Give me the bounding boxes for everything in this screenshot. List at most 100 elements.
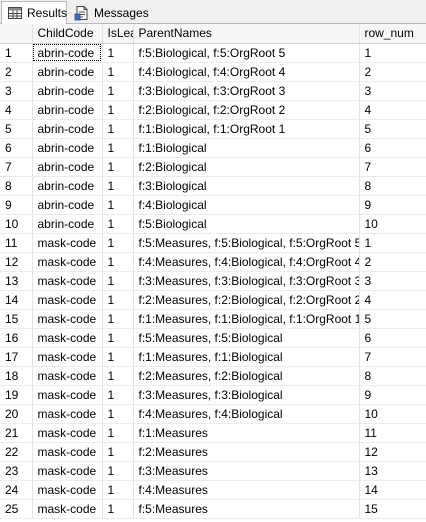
cell-isleaf[interactable]: 1 [102, 43, 134, 63]
row-number-cell[interactable]: 4 [0, 100, 33, 120]
cell-isleaf[interactable]: 1 [102, 233, 134, 253]
cell-parentnames[interactable]: f:2:Biological, f:2:OrgRoot 2 [133, 100, 360, 120]
cell-isleaf[interactable]: 1 [102, 119, 134, 139]
row-number-cell[interactable]: 23 [0, 461, 33, 481]
cell-row-num[interactable]: 3 [359, 271, 426, 291]
row-number-cell[interactable]: 5 [0, 119, 33, 139]
cell-childcode[interactable]: mask-code [32, 404, 103, 424]
table-row[interactable]: 3 abrin-code 1 f:3:Biological, f:3:OrgRoot … [0, 81, 426, 101]
cell-isleaf[interactable]: 1 [102, 62, 134, 82]
row-number-cell[interactable]: 11 [0, 233, 33, 253]
column-header-isleaf[interactable]: IsLeaf [102, 24, 134, 44]
cell-parentnames[interactable]: f:1:Measures, f:1:Biological, f:1:OrgRoo… [133, 309, 360, 329]
cell-row-num[interactable]: 4 [359, 290, 426, 310]
row-number-cell[interactable]: 18 [0, 366, 33, 386]
cell-childcode[interactable]: mask-code [32, 499, 103, 519]
table-row[interactable]: 7 abrin-code 1 f:2:Biological 7 [0, 157, 426, 177]
column-header-childcode[interactable]: ChildCode [32, 24, 103, 44]
row-number-cell[interactable]: 6 [0, 138, 33, 158]
cell-isleaf[interactable]: 1 [102, 214, 134, 234]
cell-isleaf[interactable]: 1 [102, 480, 134, 500]
cell-parentnames[interactable]: f:5:Measures [133, 499, 360, 519]
cell-childcode[interactable]: mask-code [32, 328, 103, 348]
cell-childcode[interactable]: abrin-code [32, 195, 103, 215]
table-row[interactable]: 19 mask-code 1 f:3:Measures, f:3:Biological… [0, 385, 426, 405]
cell-isleaf[interactable]: 1 [102, 328, 134, 348]
cell-childcode[interactable]: abrin-code [32, 43, 103, 63]
cell-row-num[interactable]: 2 [359, 62, 426, 82]
cell-parentnames[interactable]: f:3:Measures [133, 461, 360, 481]
cell-row-num[interactable]: 14 [359, 480, 426, 500]
cell-row-num[interactable]: 7 [359, 157, 426, 177]
row-number-cell[interactable]: 9 [0, 195, 33, 215]
cell-row-num[interactable]: 6 [359, 328, 426, 348]
cell-isleaf[interactable]: 1 [102, 499, 134, 519]
cell-row-num[interactable]: 7 [359, 347, 426, 367]
cell-parentnames[interactable]: f:2:Biological [133, 157, 360, 177]
row-number-cell[interactable]: 21 [0, 423, 33, 443]
cell-childcode[interactable]: mask-code [32, 309, 103, 329]
cell-parentnames[interactable]: f:2:Measures, f:2:Biological, f:2:OrgRoo… [133, 290, 360, 310]
cell-parentnames[interactable]: f:2:Measures [133, 442, 360, 462]
row-number-cell[interactable]: 10 [0, 214, 33, 234]
cell-childcode[interactable]: mask-code [32, 233, 103, 253]
row-number-cell[interactable]: 19 [0, 385, 33, 405]
cell-childcode[interactable]: mask-code [32, 252, 103, 272]
cell-isleaf[interactable]: 1 [102, 385, 134, 405]
table-row[interactable]: 9 abrin-code 1 f:4:Biological 9 [0, 195, 426, 215]
cell-isleaf[interactable]: 1 [102, 366, 134, 386]
row-number-cell[interactable]: 24 [0, 480, 33, 500]
cell-isleaf[interactable]: 1 [102, 195, 134, 215]
table-row[interactable]: 22 mask-code 1 f:2:Measures 12 [0, 442, 426, 462]
row-number-cell[interactable]: 2 [0, 62, 33, 82]
cell-row-num[interactable]: 1 [359, 233, 426, 253]
table-row[interactable]: 5 abrin-code 1 f:1:Biological, f:1:OrgRoot … [0, 119, 426, 139]
cell-childcode[interactable]: abrin-code [32, 62, 103, 82]
tab-results[interactable]: Results [1, 1, 67, 25]
table-row[interactable]: 18 mask-code 1 f:2:Measures, f:2:Biological… [0, 366, 426, 386]
cell-row-num[interactable]: 8 [359, 366, 426, 386]
row-number-cell[interactable]: 13 [0, 271, 33, 291]
cell-childcode[interactable]: abrin-code [32, 176, 103, 196]
cell-row-num[interactable]: 8 [359, 176, 426, 196]
cell-parentnames[interactable]: f:4:Measures, f:4:Biological [133, 404, 360, 424]
column-header-row-num[interactable]: row_num [359, 24, 426, 44]
cell-childcode[interactable]: mask-code [32, 347, 103, 367]
cell-isleaf[interactable]: 1 [102, 309, 134, 329]
cell-parentnames[interactable]: f:2:Measures, f:2:Biological [133, 366, 360, 386]
cell-childcode[interactable]: mask-code [32, 461, 103, 481]
cell-row-num[interactable]: 3 [359, 81, 426, 101]
cell-childcode[interactable]: mask-code [32, 423, 103, 443]
table-row[interactable]: 2 abrin-code 1 f:4:Biological, f:4:OrgRoot … [0, 62, 426, 82]
cell-isleaf[interactable]: 1 [102, 81, 134, 101]
table-row[interactable]: 17 mask-code 1 f:1:Measures, f:1:Biological… [0, 347, 426, 367]
cell-parentnames[interactable]: f:1:Measures [133, 423, 360, 443]
cell-isleaf[interactable]: 1 [102, 271, 134, 291]
cell-childcode[interactable]: abrin-code [32, 100, 103, 120]
cell-parentnames[interactable]: f:3:Biological, f:3:OrgRoot 3 [133, 81, 360, 101]
row-number-cell[interactable]: 8 [0, 176, 33, 196]
cell-isleaf[interactable]: 1 [102, 100, 134, 120]
cell-row-num[interactable]: 12 [359, 442, 426, 462]
row-number-cell[interactable]: 20 [0, 404, 33, 424]
row-number-cell[interactable]: 22 [0, 442, 33, 462]
cell-parentnames[interactable]: f:3:Biological [133, 176, 360, 196]
cell-row-num[interactable]: 2 [359, 252, 426, 272]
row-number-header[interactable] [0, 24, 33, 44]
table-row[interactable]: 14 mask-code 1 f:2:Measures, f:2:Biological… [0, 290, 426, 310]
row-number-cell[interactable]: 16 [0, 328, 33, 348]
cell-isleaf[interactable]: 1 [102, 442, 134, 462]
cell-isleaf[interactable]: 1 [102, 138, 134, 158]
cell-isleaf[interactable]: 1 [102, 404, 134, 424]
cell-row-num[interactable]: 9 [359, 195, 426, 215]
cell-childcode[interactable]: mask-code [32, 442, 103, 462]
cell-parentnames[interactable]: f:3:Measures, f:3:Biological, f:3:OrgRoo… [133, 271, 360, 291]
cell-parentnames[interactable]: f:5:Biological [133, 214, 360, 234]
table-row[interactable]: 8 abrin-code 1 f:3:Biological 8 [0, 176, 426, 196]
table-row[interactable]: 11 mask-code 1 f:5:Measures, f:5:Biological… [0, 233, 426, 253]
cell-parentnames[interactable]: f:3:Measures, f:3:Biological [133, 385, 360, 405]
cell-childcode[interactable]: abrin-code [32, 157, 103, 177]
cell-row-num[interactable]: 9 [359, 385, 426, 405]
cell-row-num[interactable]: 1 [359, 43, 426, 63]
cell-childcode[interactable]: abrin-code [32, 119, 103, 139]
